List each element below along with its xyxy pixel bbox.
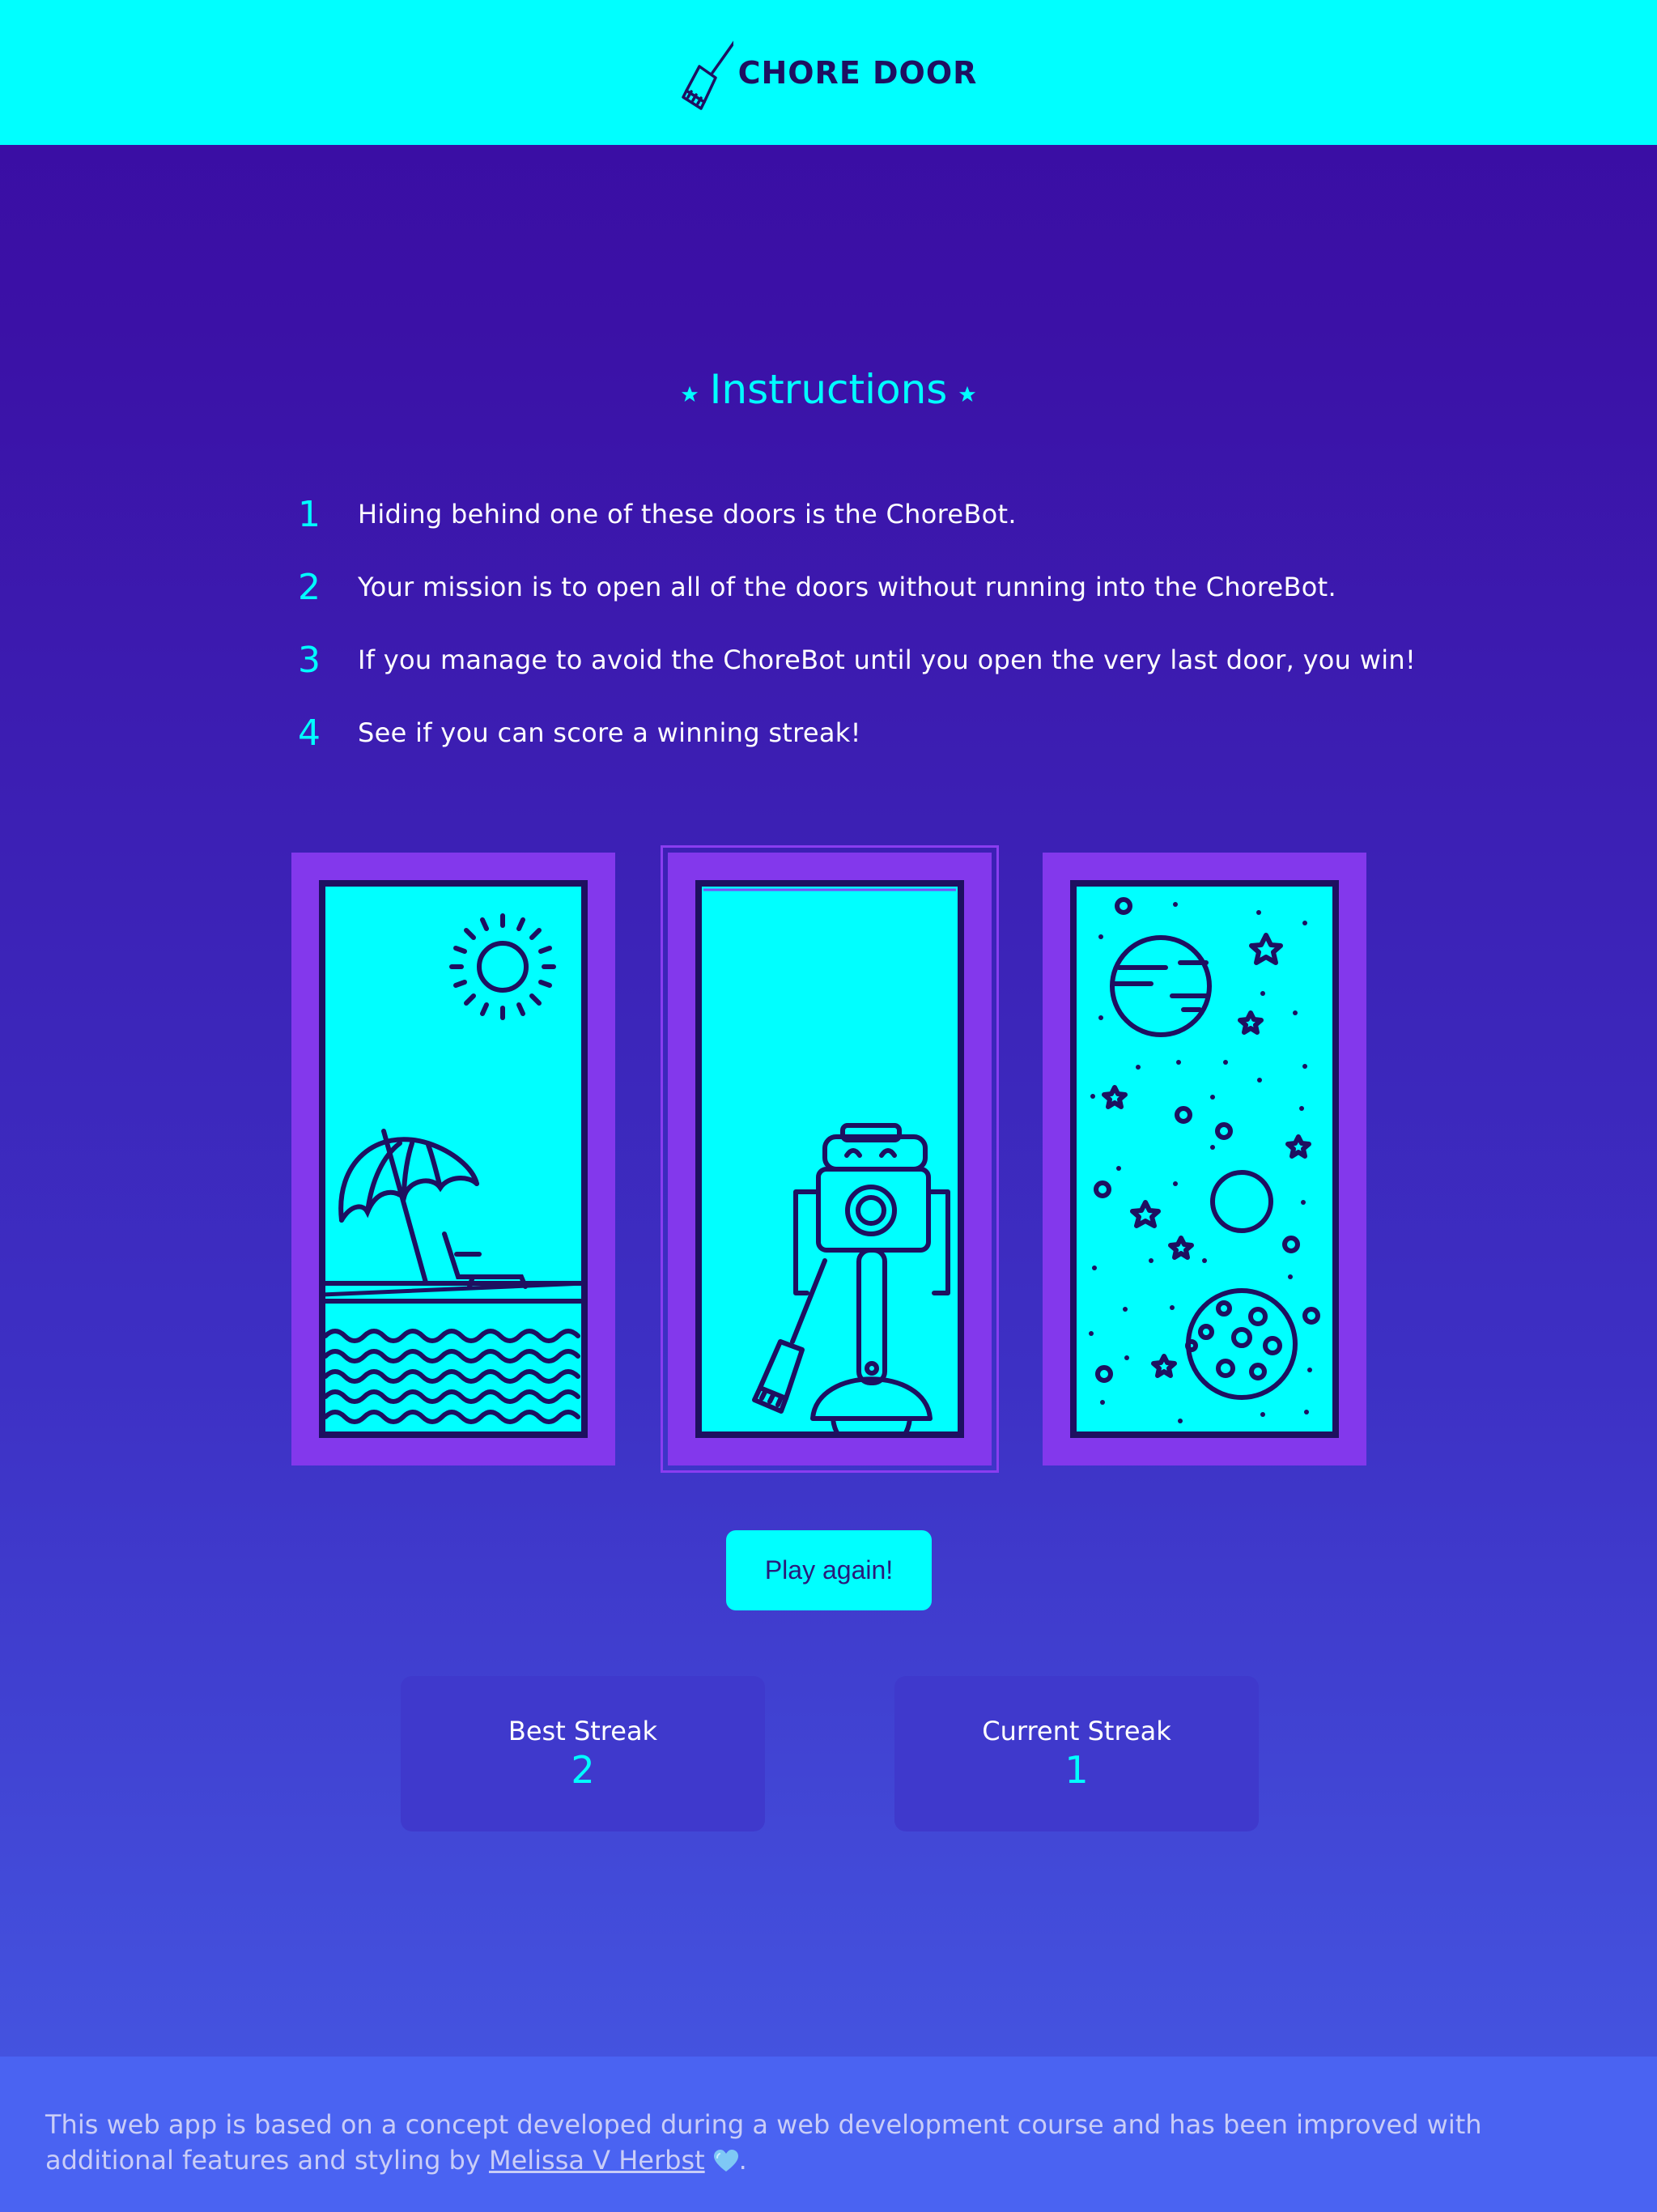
step-number: 1 — [298, 493, 321, 535]
door-space[interactable] — [1043, 853, 1366, 1465]
current-streak-label: Current Streak — [982, 1716, 1171, 1746]
step-number: 2 — [298, 566, 321, 608]
current-streak-value: 1 — [1064, 1748, 1089, 1792]
instruction-step: 1 Hiding behind one of these doors is th… — [298, 478, 1431, 551]
broom-icon — [681, 40, 733, 110]
step-text: If you manage to avoid the ChoreBot unti… — [358, 644, 1417, 675]
step-text: Your mission is to open all of the doors… — [358, 572, 1336, 602]
best-streak-label: Best Streak — [508, 1716, 658, 1746]
chorebot-icon — [695, 880, 964, 1438]
heart-icon — [713, 2150, 738, 2172]
step-text: See if you can score a winning streak! — [358, 717, 861, 748]
door-chorebot[interactable] — [661, 845, 999, 1473]
header: CHORE DOOR — [0, 0, 1657, 145]
instruction-step: 3 If you manage to avoid the ChoreBot un… — [298, 623, 1431, 696]
best-streak-value: 2 — [571, 1748, 595, 1792]
instructions-heading: Instructions — [0, 366, 1657, 413]
star-icon — [959, 385, 976, 402]
best-streak-card: Best Streak 2 — [401, 1676, 765, 1831]
footer: This web app is based on a concept devel… — [0, 2057, 1657, 2212]
step-number: 4 — [298, 712, 321, 754]
footer-text: This web app is based on a concept devel… — [45, 2109, 1482, 2176]
step-text: Hiding behind one of these doors is the … — [358, 499, 1017, 530]
instructions-list: 1 Hiding behind one of these doors is th… — [298, 478, 1431, 769]
instructions-title: Instructions — [709, 366, 948, 413]
app-title: CHORE DOOR — [737, 54, 978, 91]
instruction-step: 2 Your mission is to open all of the doo… — [298, 551, 1431, 623]
star-icon — [681, 385, 698, 402]
step-number: 3 — [298, 639, 321, 681]
current-streak-card: Current Streak 1 — [894, 1676, 1259, 1831]
author-link[interactable]: Melissa V Herbst — [489, 2145, 705, 2176]
footer-period: . — [738, 2145, 747, 2176]
logo[interactable]: CHORE DOOR — [680, 32, 978, 113]
play-again-button[interactable]: Play again! — [726, 1530, 932, 1610]
space-scene-icon — [1070, 880, 1339, 1438]
beach-scene-icon — [319, 880, 588, 1438]
door-beach[interactable] — [291, 853, 615, 1465]
instruction-step: 4 See if you can score a winning streak! — [298, 696, 1431, 769]
